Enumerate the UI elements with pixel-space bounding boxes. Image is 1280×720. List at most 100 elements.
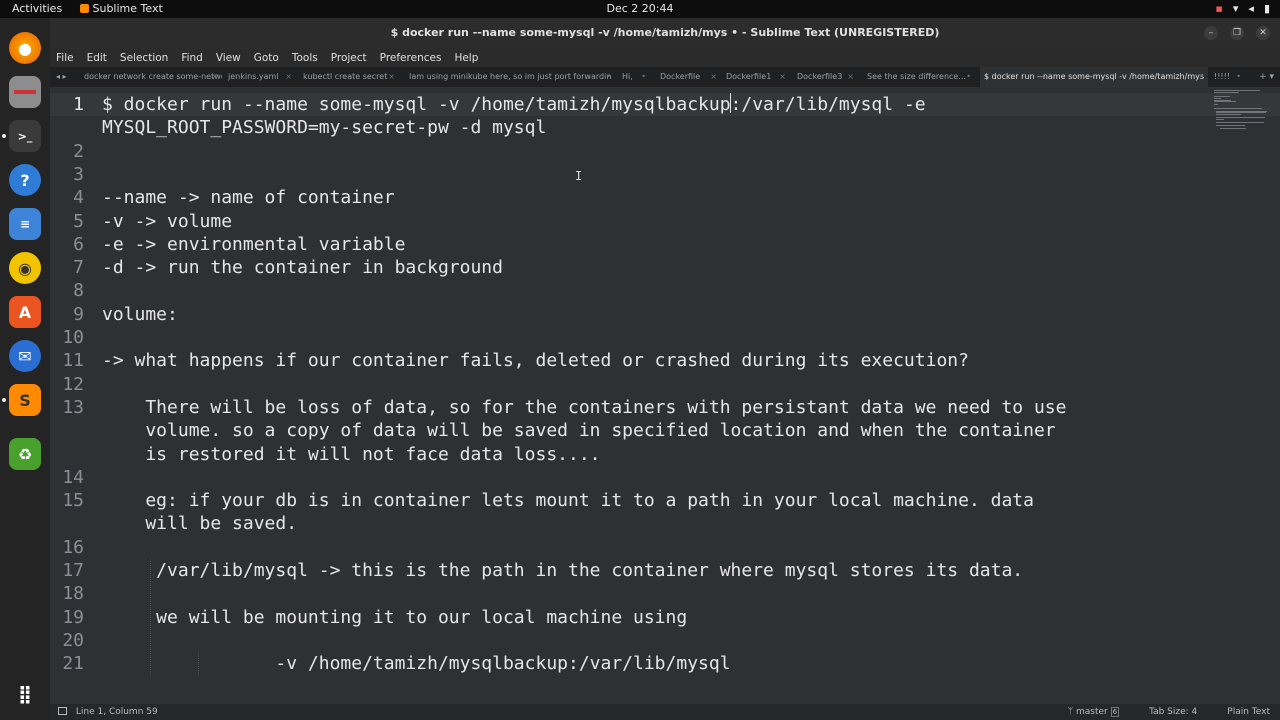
tab-overflow-controls[interactable]: + ▾ bbox=[1259, 67, 1274, 87]
tab-close-button[interactable]: • bbox=[606, 67, 611, 87]
system-tray[interactable]: ▪ ▾ ◂ ▮ bbox=[1215, 2, 1270, 15]
activities-button[interactable]: Activities bbox=[12, 2, 62, 15]
panel-toggle-icon[interactable] bbox=[58, 707, 67, 715]
menu-tools[interactable]: Tools bbox=[292, 52, 318, 64]
line-number: 8 bbox=[73, 280, 84, 302]
code-line[interactable]: will be saved. bbox=[102, 512, 297, 535]
volume-icon[interactable]: ◂ bbox=[1248, 2, 1254, 15]
minimize-button[interactable]: – bbox=[1204, 26, 1218, 40]
tab-scroll-arrows[interactable]: ◂ ▸ bbox=[56, 67, 67, 87]
tab-close-button[interactable]: • bbox=[1199, 67, 1204, 87]
tab-close-button[interactable]: × bbox=[847, 67, 854, 87]
tab-close-button[interactable]: × bbox=[779, 67, 786, 87]
code-line[interactable]: we will be mounting it to our local mach… bbox=[102, 606, 687, 629]
minimap[interactable] bbox=[1210, 87, 1280, 147]
minimap-line bbox=[1214, 104, 1219, 106]
menu-help[interactable]: Help bbox=[454, 52, 478, 64]
window-titlebar[interactable]: $ docker run --name some-mysql -v /home/… bbox=[50, 18, 1280, 48]
tab-size[interactable]: Tab Size: 4 bbox=[1149, 704, 1197, 720]
code-line[interactable]: -d -> run the container in background bbox=[102, 256, 503, 279]
tab-docker-run-active[interactable]: $ docker run --name some-mysql -v /home/… bbox=[980, 67, 1208, 87]
tab-docker-network[interactable]: docker network create some-network × bbox=[80, 67, 222, 87]
minimap-line bbox=[1214, 101, 1237, 103]
code-line[interactable]: -v -> volume bbox=[102, 210, 232, 233]
git-branch[interactable]: ᛘ master 6 bbox=[1068, 704, 1120, 720]
menu-view[interactable]: View bbox=[216, 52, 241, 64]
app-center-icon[interactable]: A bbox=[9, 296, 41, 328]
camera-icon[interactable]: ▪ bbox=[1215, 2, 1222, 15]
tab-label: Iam using minikube here, so im just port… bbox=[409, 72, 612, 81]
tab-dockerfile3[interactable]: Dockerfile3 × bbox=[793, 67, 858, 87]
line-number: 18 bbox=[62, 583, 84, 605]
menu-selection[interactable]: Selection bbox=[120, 52, 168, 64]
tab-close-button[interactable]: • bbox=[1236, 67, 1241, 87]
tab-jenkins-yaml[interactable]: jenkins.yaml × bbox=[224, 67, 296, 87]
branch-name: master bbox=[1075, 707, 1108, 717]
tab-hi[interactable]: Hi, • bbox=[618, 67, 650, 87]
tab-kubectl-secret[interactable]: kubectl create secret × bbox=[299, 67, 399, 87]
line-number: 11 bbox=[62, 350, 84, 372]
dock: ● >_ ? ≡ ◉ A ✉ S ♻ ⣿ bbox=[0, 18, 50, 720]
menu-goto[interactable]: Goto bbox=[254, 52, 279, 64]
code-line[interactable]: -> what happens if our container fails, … bbox=[102, 349, 969, 372]
syntax-mode[interactable]: Plain Text bbox=[1227, 704, 1270, 720]
tab-close-button[interactable]: × bbox=[388, 67, 395, 87]
code-after-caret: :/var/lib/mysql -e bbox=[730, 94, 926, 115]
code-line[interactable]: /var/lib/mysql -> this is the path in th… bbox=[102, 559, 1023, 582]
tab-close-button[interactable]: • bbox=[641, 67, 646, 87]
code-line[interactable]: -v /home/tamizh/mysqlbackup:/var/lib/mys… bbox=[102, 652, 730, 675]
firefox-icon[interactable]: ● bbox=[9, 32, 41, 64]
editor-area[interactable]: 1 2 3 4 5 6 7 8 9 10 11 12 13 14 15 16 17 18 19 20 21 $ dock… bbox=[50, 87, 1280, 704]
tab-exclamations[interactable]: !!!!! • bbox=[1210, 67, 1245, 87]
tab-dockerfile[interactable]: Dockerfile × bbox=[656, 67, 721, 87]
line-number: 14 bbox=[62, 466, 84, 488]
maximize-button[interactable]: ❐ bbox=[1230, 26, 1244, 40]
status-bar: Line 1, Column 59 ᛘ master 6 Tab Size: 4… bbox=[50, 704, 1280, 720]
close-button[interactable]: ✕ bbox=[1256, 26, 1270, 40]
trash-icon[interactable]: ♻ bbox=[9, 438, 41, 470]
document-viewer-icon[interactable]: ≡ bbox=[9, 208, 41, 240]
tab-close-button[interactable]: • bbox=[966, 67, 971, 87]
menu-edit[interactable]: Edit bbox=[87, 52, 107, 64]
code-line[interactable]: MYSQL_ROOT_PASSWORD=my-secret-pw -d mysq… bbox=[102, 116, 546, 139]
line-number: 2 bbox=[73, 140, 84, 162]
line-number: 20 bbox=[62, 629, 84, 651]
line-number: 13 bbox=[62, 396, 84, 418]
code-line[interactable]: There will be loss of data, so for the c… bbox=[102, 396, 1066, 419]
sublime-app-icon bbox=[80, 4, 89, 13]
line-number: 5 bbox=[73, 210, 84, 232]
tab-label: docker network create some-network bbox=[84, 72, 222, 81]
code-line[interactable]: volume: bbox=[102, 303, 178, 326]
menu-bar: File Edit Selection Find View Goto Tools… bbox=[50, 48, 1280, 67]
tab-close-button[interactable]: × bbox=[710, 67, 717, 87]
active-app-indicator[interactable]: Sublime Text bbox=[80, 2, 163, 15]
wifi-icon[interactable]: ▾ bbox=[1233, 2, 1239, 15]
tab-close-button[interactable]: × bbox=[285, 67, 292, 87]
rhythmbox-icon[interactable]: ◉ bbox=[9, 252, 41, 284]
files-icon[interactable] bbox=[9, 76, 41, 108]
code-line[interactable]: --name -> name of container bbox=[102, 186, 395, 209]
menu-project[interactable]: Project bbox=[331, 52, 367, 64]
terminal-icon[interactable]: >_ bbox=[9, 120, 41, 152]
sublime-text-icon[interactable]: S bbox=[9, 384, 41, 416]
thunderbird-icon[interactable]: ✉ bbox=[9, 340, 41, 372]
code-line[interactable]: -e -> environmental variable bbox=[102, 233, 405, 256]
show-apps-icon[interactable]: ⣿ bbox=[9, 678, 41, 710]
menu-find[interactable]: Find bbox=[181, 52, 203, 64]
battery-icon[interactable]: ▮ bbox=[1264, 2, 1270, 15]
code-line[interactable]: is restored it will not face data loss..… bbox=[102, 443, 600, 466]
tab-label: !!!!! bbox=[1214, 72, 1231, 81]
code-line[interactable]: eg: if your db is in container lets moun… bbox=[102, 489, 1034, 512]
line-number: 1 bbox=[73, 94, 84, 115]
help-icon[interactable]: ? bbox=[9, 164, 41, 196]
code-line[interactable]: volume. so a copy of data will be saved … bbox=[102, 419, 1055, 442]
menu-file[interactable]: File bbox=[56, 52, 74, 64]
tab-minikube[interactable]: Iam using minikube here, so im just port… bbox=[405, 67, 615, 87]
tab-dockerfile1[interactable]: Dockerfile1 × bbox=[722, 67, 790, 87]
tab-size-difference[interactable]: See the size difference... • bbox=[863, 67, 975, 87]
menu-preferences[interactable]: Preferences bbox=[380, 52, 442, 64]
tab-close-button[interactable]: × bbox=[211, 67, 218, 87]
clock[interactable]: Dec 2 20:44 bbox=[0, 2, 1280, 15]
code-line[interactable]: $ docker run --name some-mysql -v /home/… bbox=[102, 93, 926, 116]
minimap-line bbox=[1215, 114, 1241, 115]
